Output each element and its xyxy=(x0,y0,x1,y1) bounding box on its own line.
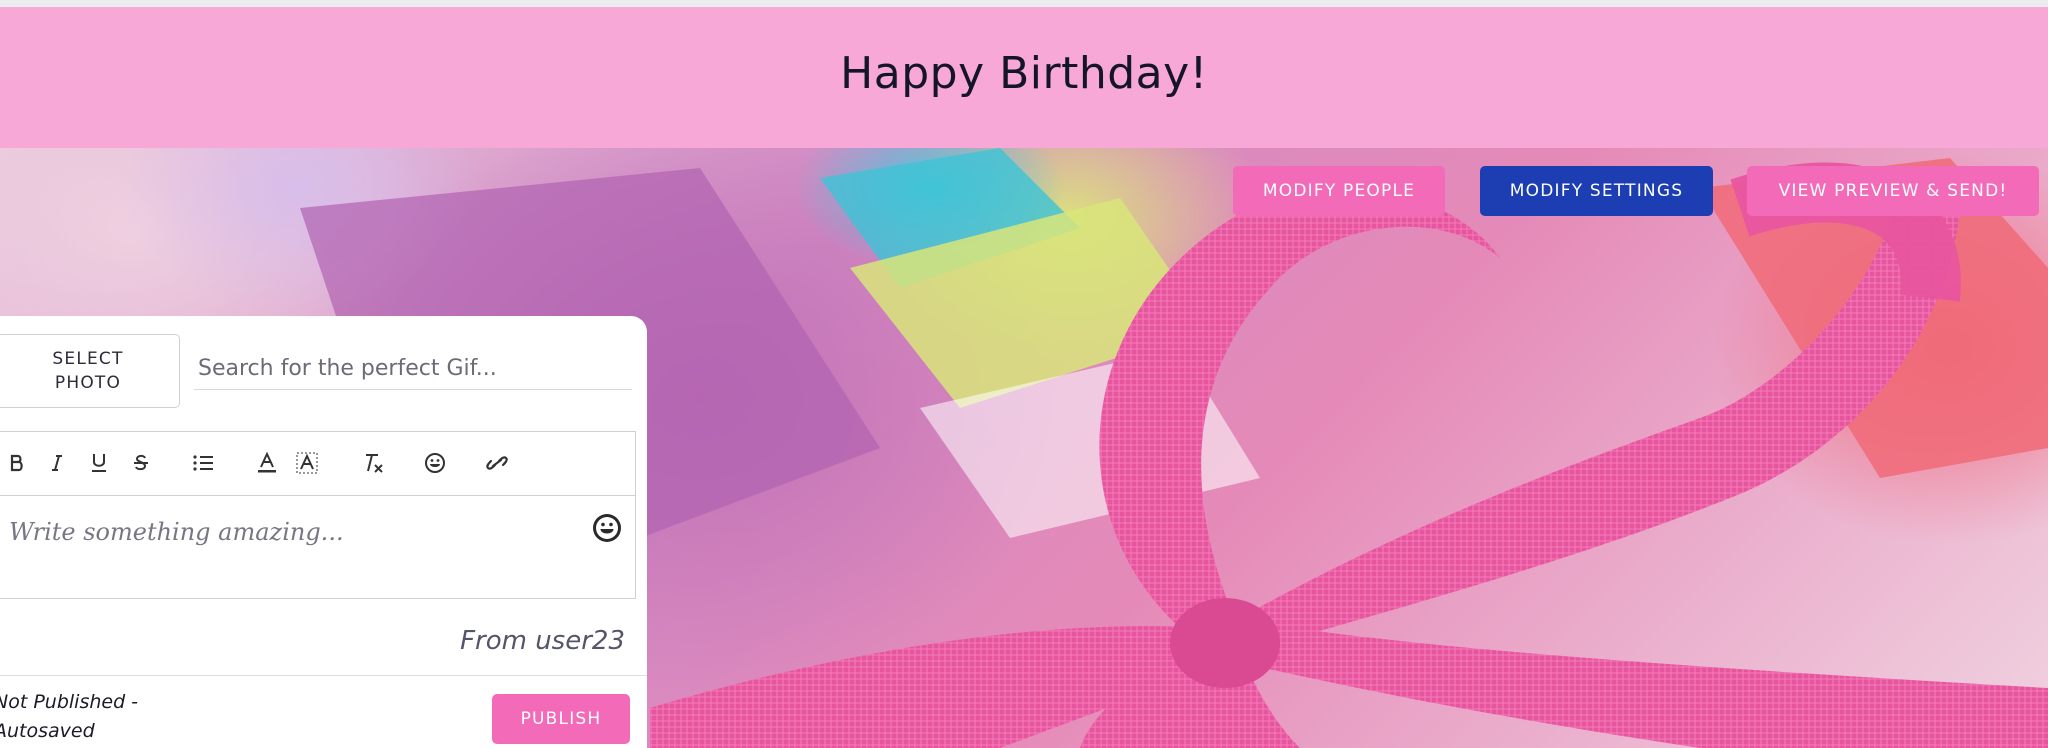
page-header: Happy Birthday! xyxy=(0,7,2048,148)
page-title: Happy Birthday! xyxy=(840,48,1208,99)
publish-button[interactable]: PUBLISH xyxy=(492,694,630,744)
modify-settings-button[interactable]: MODIFY SETTINGS xyxy=(1480,166,1713,216)
message-placeholder: Write something amazing... xyxy=(9,518,344,546)
emoji-picker-icon[interactable] xyxy=(591,512,623,544)
link-icon[interactable] xyxy=(483,449,511,477)
modify-people-button[interactable]: MODIFY PEOPLE xyxy=(1233,166,1445,216)
emoji-icon[interactable] xyxy=(421,449,449,477)
italic-icon[interactable] xyxy=(43,449,71,477)
underline-icon[interactable] xyxy=(85,449,113,477)
bold-icon[interactable] xyxy=(3,449,31,477)
select-photo-button[interactable]: SELECT PHOTO xyxy=(0,334,180,408)
view-preview-send-button[interactable]: VIEW PREVIEW & SEND! xyxy=(1747,166,2039,216)
top-border xyxy=(0,0,2048,7)
message-editor-card: SELECT PHOTO Search for the perfect Gif.… xyxy=(0,316,647,748)
author-signature: From user23 xyxy=(460,626,625,656)
card-divider xyxy=(0,675,647,676)
bullet-list-icon[interactable] xyxy=(189,449,217,477)
strikethrough-icon[interactable] xyxy=(127,449,155,477)
gif-search-input[interactable] xyxy=(194,348,632,390)
message-textarea[interactable]: Write something amazing... xyxy=(0,495,636,599)
clear-format-icon[interactable] xyxy=(359,449,387,477)
formatting-toolbar xyxy=(0,431,636,495)
publish-status: Not Published - Autosaved xyxy=(0,691,139,742)
text-color-icon[interactable] xyxy=(253,449,281,477)
highlight-color-icon[interactable] xyxy=(293,449,321,477)
